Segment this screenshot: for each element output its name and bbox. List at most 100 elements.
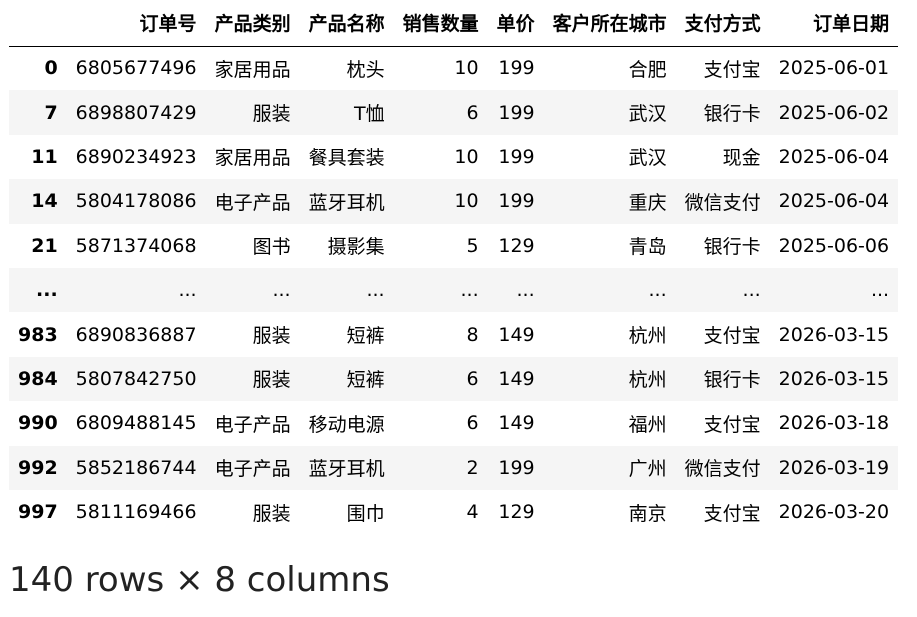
cell-city: 重庆: [628, 191, 667, 214]
cell-payment: 银行卡: [703, 236, 761, 259]
cell-product-name: ...: [366, 279, 385, 302]
cell-order-date: 2025-06-06: [778, 234, 890, 257]
cell-unit-price: 199: [498, 101, 535, 124]
cell-product-name: 摄影集: [327, 236, 385, 259]
cell-unit-price: 129: [498, 501, 535, 524]
cell-order-id: 5804178086: [75, 190, 197, 213]
row-index: 0: [44, 57, 58, 80]
cell-unit-price: 199: [498, 145, 535, 168]
cell-payment: 支付宝: [703, 502, 761, 525]
cell-product-name: 枕头: [346, 58, 385, 81]
cell-quantity: 8: [466, 323, 479, 346]
table-row: 21 5871374068 图书 摄影集 5 129 青岛 银行卡 2025-06-06: [9, 224, 898, 268]
cell-payment: 现金: [722, 147, 761, 170]
cell-unit-price: ...: [516, 279, 535, 302]
cell-category: 服装: [252, 103, 291, 126]
cell-order-id: 5807842750: [75, 367, 197, 390]
cell-order-date: 2025-06-01: [778, 57, 890, 80]
cell-category: 服装: [252, 369, 291, 392]
column-header-unit-price: 单价: [487, 0, 544, 47]
table-row: 990 6809488145 电子产品 移动电源 6 149 福州 支付宝 2026-03-18: [9, 401, 898, 445]
table-row: 997 5811169466 服装 围巾 4 129 南京 支付宝 2026-03-20: [9, 490, 898, 534]
cell-unit-price: 149: [498, 412, 535, 435]
cell-payment: 支付宝: [703, 325, 761, 348]
cell-category: 家居用品: [214, 147, 291, 170]
row-index: 997: [18, 501, 58, 524]
row-index: 984: [18, 367, 58, 390]
cell-quantity: 5: [466, 234, 479, 257]
index-header: [9, 0, 67, 47]
cell-quantity: 6: [466, 101, 479, 124]
cell-unit-price: 149: [498, 367, 535, 390]
dataframe-shape: 140 rows × 8 columns: [9, 560, 390, 600]
cell-order-date: 2026-03-15: [778, 323, 890, 346]
cell-payment: 微信支付: [684, 458, 761, 481]
table-row: 0 6805677496 家居用品 枕头 10 199 合肥 支付宝 2025-06-01: [9, 46, 898, 90]
cell-payment: 支付宝: [703, 58, 761, 81]
row-index: 990: [18, 412, 58, 435]
cell-order-id: 5871374068: [75, 234, 197, 257]
cell-product-name: 移动电源: [308, 413, 385, 436]
column-header-category: 产品类别: [205, 0, 300, 47]
table-row: 984 5807842750 服装 短裤 6 149 杭州 银行卡 2026-03-15: [9, 356, 899, 402]
cell-unit-price: 149: [498, 323, 535, 346]
row-index: 983: [18, 323, 58, 346]
cell-city: 武汉: [628, 147, 667, 170]
cell-product-name: T恤: [353, 103, 385, 126]
table-header: 订单号 产品类别 产品名称 销售数量 单价 客户所在城市 支付方式 订单日期: [9, 0, 899, 47]
row-index: 21: [31, 234, 58, 257]
cell-product-name: 蓝牙耳机: [308, 458, 385, 481]
cell-order-date: 2026-03-19: [778, 456, 890, 479]
column-header-quantity: 销售数量: [393, 0, 488, 47]
column-header-product-name: 产品名称: [299, 0, 394, 47]
cell-unit-price: 129: [498, 234, 535, 257]
cell-category: 电子产品: [214, 458, 291, 481]
cell-payment: 银行卡: [703, 103, 761, 126]
cell-quantity: 10: [454, 145, 479, 168]
column-header-city: 客户所在城市: [543, 0, 676, 47]
cell-order-id: 6890234923: [75, 145, 197, 168]
cell-category: 家居用品: [214, 58, 291, 81]
cell-order-id: 6890836887: [75, 323, 197, 346]
cell-order-id: 6898807429: [75, 101, 197, 124]
table-row: 7 6898807429 服装 T恤 6 199 武汉 银行卡 2025-06-02: [9, 90, 899, 135]
cell-quantity: 10: [454, 190, 479, 213]
cell-quantity: 2: [466, 456, 479, 479]
cell-quantity: 4: [466, 501, 479, 524]
cell-city: 青岛: [628, 236, 667, 259]
cell-payment: 微信支付: [684, 191, 761, 214]
cell-order-id: 5852186744: [75, 456, 197, 479]
table-row: ...........................: [9, 267, 899, 313]
cell-product-name: 短裤: [346, 369, 385, 392]
cell-quantity: 6: [466, 367, 479, 390]
cell-city: ...: [648, 279, 667, 302]
cell-city: 广州: [628, 458, 667, 481]
cell-payment: ...: [742, 279, 761, 302]
cell-category: ...: [272, 279, 291, 302]
cell-order-id: ...: [178, 279, 197, 302]
table-body: 0 6805677496 家居用品 枕头 10 199 合肥 支付宝 2025-06-01 7 68…: [9, 46, 899, 534]
table-row: 992 5852186744 电子产品 蓝牙耳机 2 199 广州 微信支付 2026-03-1…: [9, 445, 899, 490]
cell-order-id: 5811169466: [75, 501, 197, 524]
cell-category: 图书: [252, 236, 291, 259]
dataframe-container: 订单号 产品类别 产品名称 销售数量 单价 客户所在城市 支付方式 订单日期 0…: [9, 0, 899, 534]
column-header-payment: 支付方式: [675, 0, 770, 47]
header-row: 订单号 产品类别 产品名称 销售数量 单价 客户所在城市 支付方式 订单日期: [9, 0, 899, 47]
cell-quantity: 6: [466, 412, 479, 435]
cell-city: 福州: [628, 413, 667, 436]
dataframe-table: 订单号 产品类别 产品名称 销售数量 单价 客户所在城市 支付方式 订单日期 0…: [9, 0, 899, 534]
row-index: 7: [44, 101, 58, 124]
cell-city: 合肥: [628, 58, 667, 81]
cell-category: 服装: [252, 325, 291, 348]
cell-city: 杭州: [628, 369, 667, 392]
cell-city: 武汉: [628, 103, 667, 126]
cell-order-date: 2026-03-18: [778, 412, 890, 435]
cell-product-name: 餐具套装: [308, 147, 385, 170]
cell-product-name: 短裤: [346, 325, 385, 348]
cell-order-date: 2025-06-04: [778, 145, 890, 168]
cell-category: 电子产品: [214, 413, 291, 436]
table-row: 983 6890836887 服装 短裤 8 149 杭州 支付宝 2026-03-15: [9, 312, 898, 356]
cell-payment: 支付宝: [703, 413, 761, 436]
cell-unit-price: 199: [498, 456, 535, 479]
cell-order-date: 2025-06-02: [778, 101, 890, 124]
